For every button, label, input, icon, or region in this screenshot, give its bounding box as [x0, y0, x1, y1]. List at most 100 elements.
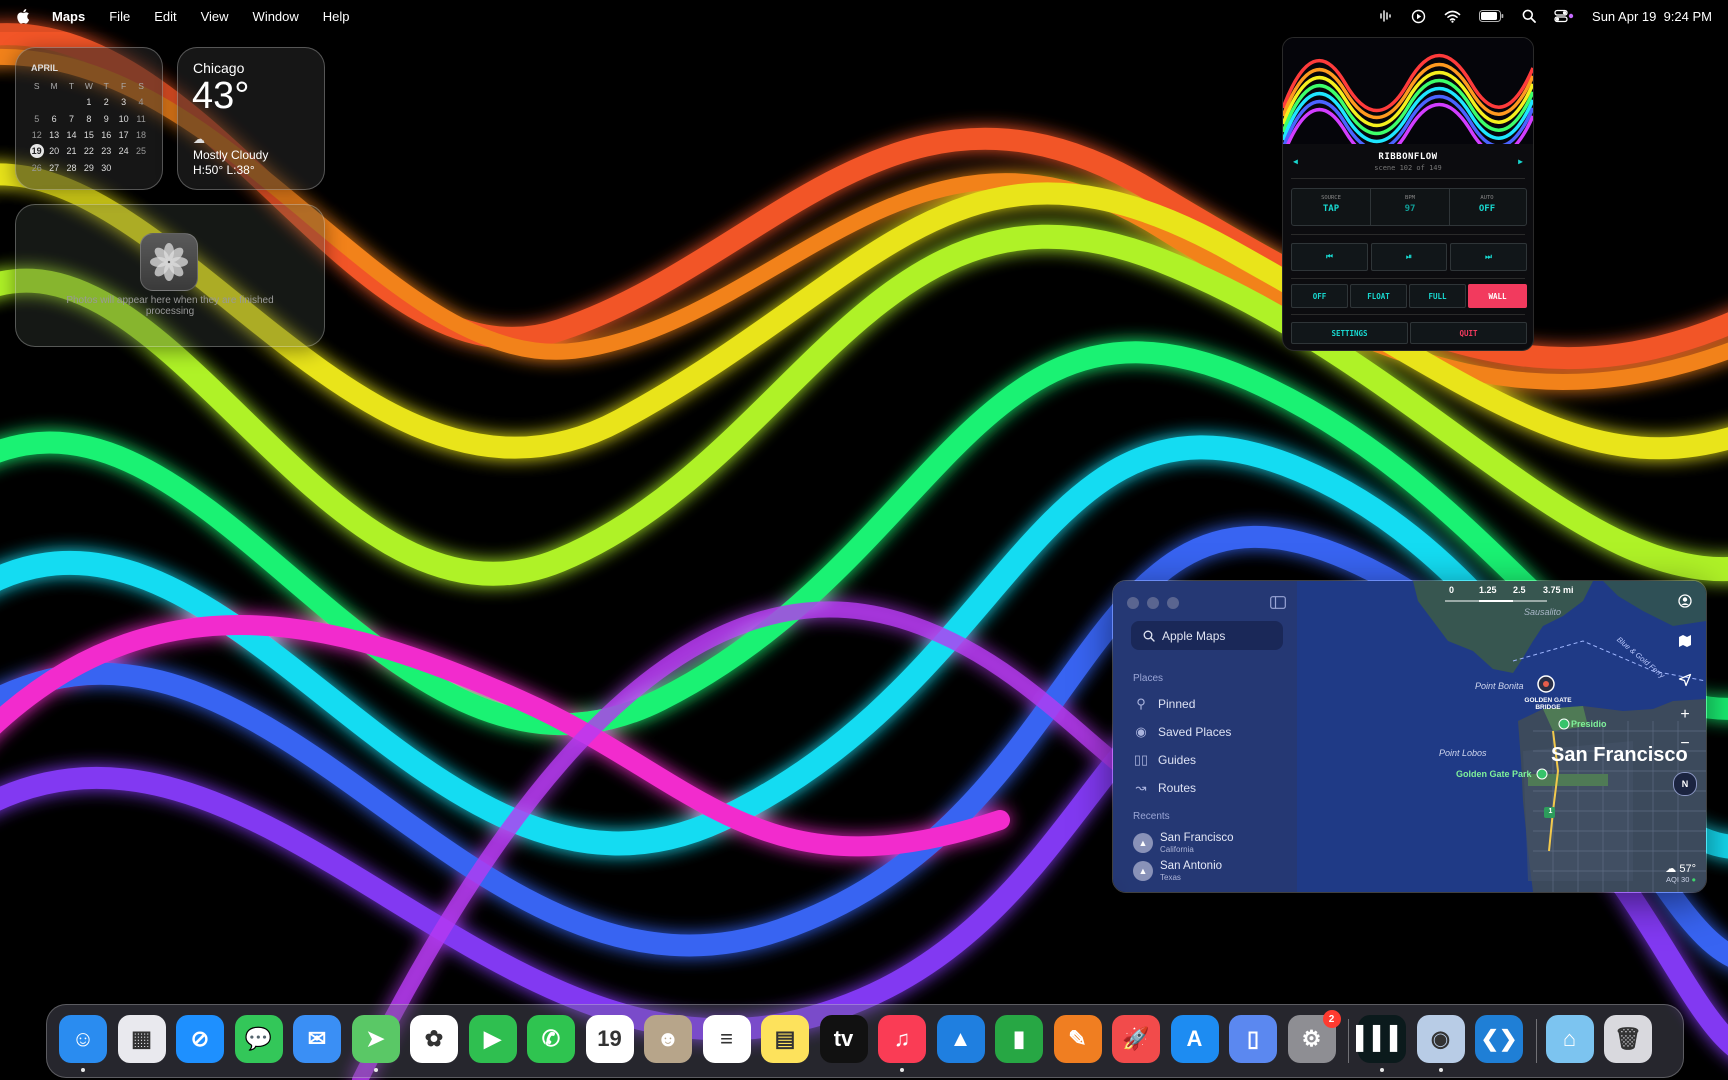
menu-bar: Maps File Edit View Window Help Sun Apr … — [0, 0, 1728, 32]
dock-messages-icon[interactable]: 💬 — [234, 1015, 283, 1063]
dock-app-store-icon[interactable]: A — [1170, 1015, 1219, 1063]
window-minimize-button[interactable] — [1147, 597, 1159, 609]
dock-mail-icon[interactable]: ✉ — [293, 1015, 341, 1063]
sidebar-item-saved-places[interactable]: ◉ Saved Places — [1133, 722, 1231, 742]
maps-search-field[interactable]: Apple Maps — [1131, 621, 1283, 650]
maps-sidebar: Apple Maps Places ⚲ Pinned ◉ Saved Place… — [1113, 581, 1297, 892]
source-value: TAP — [1322, 204, 1340, 214]
spotlight-search-icon[interactable] — [1522, 9, 1536, 23]
skip-back-button[interactable]: ⏮ — [1291, 243, 1368, 271]
map-label-presidio[interactable]: Presidio — [1571, 719, 1607, 729]
wifi-icon[interactable] — [1444, 10, 1461, 23]
window-close-button[interactable] — [1127, 597, 1139, 609]
sidebar-item-pinned[interactable]: ⚲ Pinned — [1133, 694, 1195, 714]
dock-downloads-icon[interactable]: ⌂ — [1545, 1015, 1594, 1063]
location-arrow-icon[interactable] — [1672, 667, 1698, 693]
auto-toggle[interactable]: AUTO OFF — [1448, 189, 1526, 225]
apple-logo-icon[interactable] — [16, 8, 30, 24]
calendar-month: APRIL — [31, 63, 58, 73]
compass-button[interactable]: N — [1672, 771, 1698, 797]
dock-app-glyph: 💬 — [244, 1026, 273, 1051]
bpm-value: 97 — [1404, 204, 1416, 214]
dock-trash-icon[interactable]: 🗑 — [1604, 1015, 1652, 1063]
now-playing-icon[interactable] — [1411, 9, 1426, 24]
menu-file[interactable]: File — [97, 9, 142, 24]
dock-vs-code-icon[interactable]: ❮❯ — [1475, 1015, 1523, 1063]
dock-safari-icon[interactable]: ⊘ — [176, 1015, 224, 1063]
dock-app-glyph: ✿ — [424, 1026, 444, 1051]
calendar-weekday: M — [50, 81, 58, 92]
recent-sub: Texas — [1160, 873, 1181, 882]
auto-value: OFF — [1478, 204, 1496, 214]
dock-contacts-icon[interactable]: ☻ — [644, 1015, 692, 1063]
mode-wall-button[interactable]: WALL — [1468, 284, 1527, 308]
audio-waveform-icon[interactable] — [1379, 9, 1393, 23]
dock-simulator-icon[interactable]: ▯ — [1229, 1015, 1277, 1063]
dock-music-icon[interactable]: ♫ — [878, 1015, 926, 1063]
dock-disk-utility-icon[interactable]: ◉ — [1416, 1015, 1465, 1063]
dock-maps-icon[interactable]: ➤ — [351, 1015, 400, 1063]
divider — [1291, 278, 1525, 279]
dock-app-glyph: ✎ — [1068, 1026, 1087, 1051]
control-center-icon[interactable] — [1554, 9, 1574, 23]
map-mode-icon[interactable] — [1672, 628, 1698, 654]
running-indicator — [1438, 1068, 1443, 1072]
map-label-golden-gate[interactable]: GOLDEN GATE BRIDGE — [1523, 697, 1573, 711]
dock-phone-icon[interactable]: ✆ — [527, 1015, 575, 1063]
dock-launchpad-icon[interactable]: ▦ — [117, 1015, 166, 1063]
dock-system-settings-icon[interactable]: ⚙ 2 — [1287, 1010, 1341, 1063]
menu-edit[interactable]: Edit — [142, 9, 188, 24]
dock-reminders-icon[interactable]: ≡ — [702, 1015, 751, 1063]
calendar-day: 26 — [31, 162, 42, 173]
weather-widget[interactable]: Chicago 43° ☁ Mostly Cloudy H:50° L:38° — [177, 47, 325, 190]
recent-san-antonio[interactable]: ▲ San Antonio Texas — [1133, 860, 1222, 882]
menu-window[interactable]: Window — [241, 9, 311, 24]
menu-help[interactable]: Help — [311, 9, 362, 24]
calendar-day: 11 — [136, 113, 146, 124]
mode-full-button[interactable]: FULL — [1409, 284, 1466, 308]
source-toggle[interactable]: SOURCE TAP — [1292, 189, 1370, 225]
dock-app-glyph: ▯ — [1246, 1026, 1260, 1051]
window-zoom-button[interactable] — [1167, 597, 1179, 609]
calendar-day: 5 — [34, 113, 40, 124]
map-label-golden-gate-park[interactable]: Golden Gate Park — [1456, 769, 1532, 779]
mode-float-button[interactable]: FLOAT — [1350, 284, 1407, 308]
dock-facetime-icon[interactable]: ▶ — [468, 1015, 517, 1063]
recent-san-francisco[interactable]: ▲ San Francisco California — [1133, 832, 1234, 854]
sidebar-toggle-icon[interactable] — [1270, 596, 1286, 614]
dock-rocket-icon[interactable]: 🚀 — [1112, 1015, 1160, 1063]
photos-widget[interactable]: Photos will appear here when they are fi… — [15, 204, 325, 347]
dock-photos-icon[interactable]: ✿ — [410, 1015, 458, 1063]
dock-calendar-icon[interactable]: 19 — [585, 1015, 634, 1063]
menu-app-name[interactable]: Maps — [40, 9, 97, 24]
dock-ribbonflow-icon[interactable]: ▍▍▍ — [1357, 1015, 1407, 1063]
sidebar-item-routes[interactable]: ↝ Routes — [1133, 778, 1196, 798]
map-label-city[interactable]: San Francisco — [1551, 744, 1688, 767]
battery-icon[interactable] — [1479, 10, 1504, 22]
calendar-day: 22 — [83, 146, 94, 157]
dock-keynote-icon[interactable]: ▲ — [936, 1015, 985, 1063]
dock-pages-icon[interactable]: ✎ — [1053, 1015, 1102, 1063]
skip-forward-button[interactable]: ⏭ — [1450, 243, 1527, 271]
calendar-day: 2 — [103, 97, 109, 108]
zoom-out-button[interactable]: − — [1672, 731, 1698, 757]
account-icon[interactable] — [1672, 588, 1698, 614]
calendar-day: 18 — [136, 130, 147, 141]
map-weather: ☁ 57° AQI 30 ● — [1665, 862, 1696, 884]
play-pause-button[interactable]: ⏯ — [1371, 243, 1447, 271]
quit-button[interactable]: QUIT — [1410, 322, 1527, 344]
calendar-day: 29 — [83, 162, 94, 173]
menubar-clock[interactable]: Sun Apr 19 9:24 PM — [1592, 9, 1712, 24]
mode-off-button[interactable]: OFF — [1291, 284, 1348, 308]
dock-finder-icon[interactable]: ☺ — [59, 1015, 107, 1063]
calendar-widget[interactable]: APRIL S M T W T F S 1 2 3 4 5 6 7 8 9 10 11 12 13 14 15 16 17 18… — [15, 47, 163, 190]
dock-notes-icon[interactable]: ▤ — [761, 1015, 809, 1063]
zoom-in-button[interactable]: + — [1672, 702, 1698, 728]
dock-numbers-icon[interactable]: ▮ — [995, 1015, 1043, 1063]
sidebar-item-label: Saved Places — [1158, 725, 1232, 739]
sidebar-item-guides[interactable]: ▯▯ Guides — [1133, 750, 1196, 770]
settings-button[interactable]: SETTINGS — [1291, 322, 1408, 344]
dock-tv-icon[interactable]: tv — [819, 1015, 868, 1063]
sidebar-item-label: Routes — [1158, 781, 1197, 795]
menu-view[interactable]: View — [189, 9, 241, 24]
